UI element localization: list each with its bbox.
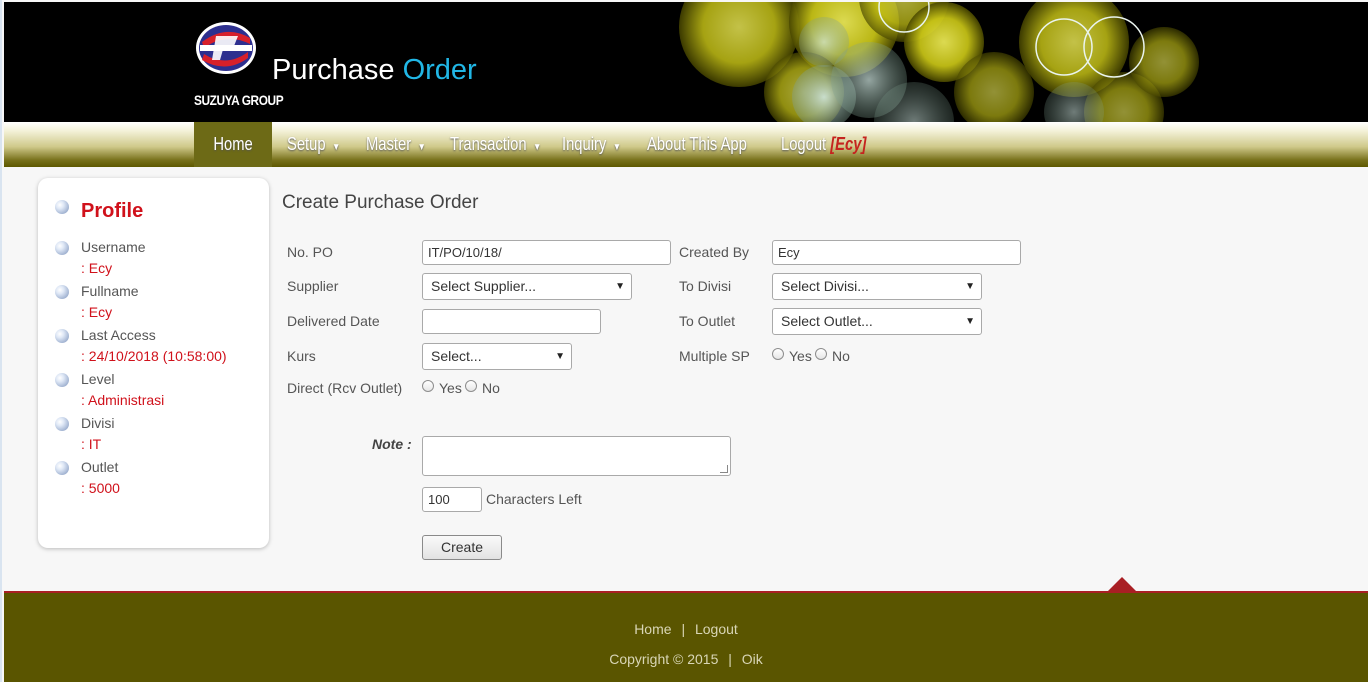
nav-transaction[interactable]: Transaction ▼ xyxy=(450,122,541,167)
site-footer: Home | Logout Copyright © 2015 | Oik xyxy=(4,591,1368,682)
main-navbar: Home Setup ▼ Master ▼ Transaction ▼ Inquiry… xyxy=(4,122,1368,167)
created-by-field[interactable]: Ecy xyxy=(772,240,1021,265)
bullet-icon xyxy=(55,241,69,255)
footer-author: Oik xyxy=(741,651,763,667)
nav-logout-label: Logout xyxy=(781,134,827,154)
logo-text: SUZUYA GROUP xyxy=(194,92,284,108)
to-outlet-select-value: Select Outlet... xyxy=(781,313,873,329)
profile-last-access-value: : 24/10/2018 (10:58:00) xyxy=(81,348,227,364)
profile-outlet-value: : 5000 xyxy=(81,480,120,496)
app-title-main: Purchase xyxy=(272,54,395,86)
footer-separator: | xyxy=(681,621,686,637)
to-divisi-label: To Divisi xyxy=(679,278,732,294)
to-outlet-select[interactable]: Select Outlet... ▼ xyxy=(772,308,982,335)
no-po-label: No. PO xyxy=(287,244,333,260)
note-label: Note : xyxy=(372,436,412,452)
nav-about-label: About This App xyxy=(647,134,747,154)
supplier-label: Supplier xyxy=(287,278,339,294)
footer-copyright: Copyright © 2015 | Oik xyxy=(4,651,1368,667)
multiple-sp-yes-label: Yes xyxy=(789,348,812,364)
profile-divisi-value: : IT xyxy=(81,436,102,452)
footer-separator: | xyxy=(728,651,732,667)
profile-divisi-label: Divisi xyxy=(81,415,115,431)
footer-home-link[interactable]: Home xyxy=(634,621,671,637)
dropdown-arrow-icon: ▼ xyxy=(965,281,975,292)
profile-username-label: Username xyxy=(81,239,146,255)
bullet-icon xyxy=(55,200,69,214)
nav-home-label: Home xyxy=(213,134,253,154)
multiple-sp-no-label: No xyxy=(832,348,850,364)
direct-rcv-outlet-label: Direct (Rcv Outlet) xyxy=(287,380,403,396)
create-button[interactable]: Create xyxy=(422,535,502,560)
bullet-icon xyxy=(55,461,69,475)
nav-transaction-label: Transaction xyxy=(450,134,527,154)
app-title: Purchase Order xyxy=(272,54,477,87)
nav-inquiry[interactable]: Inquiry ▼ xyxy=(562,122,621,167)
nav-home[interactable]: Home xyxy=(194,122,272,167)
profile-username-value: : Ecy xyxy=(81,260,113,276)
profile-outlet-label: Outlet xyxy=(81,459,119,475)
suzuya-logo-icon xyxy=(196,22,256,74)
bullet-icon xyxy=(55,373,69,387)
supplier-select-value: Select Supplier... xyxy=(431,278,537,294)
bubbles-decoration xyxy=(679,2,1199,122)
site-header: SUZUYA GROUP Purchase Order xyxy=(4,2,1368,122)
direct-no-radio[interactable] xyxy=(465,380,477,392)
direct-no-label: No xyxy=(482,380,500,396)
nav-master-label: Master xyxy=(366,134,412,154)
direct-yes-radio[interactable] xyxy=(422,380,434,392)
note-textarea[interactable] xyxy=(422,436,731,476)
profile-level-value: : Administrasi xyxy=(81,392,165,408)
multiple-sp-no-radio[interactable] xyxy=(815,348,827,360)
created-by-label: Created By xyxy=(679,244,750,260)
nav-logout[interactable]: Logout [Ecy] xyxy=(781,122,866,167)
to-divisi-select-value: Select Divisi... xyxy=(781,278,869,294)
to-outlet-label: To Outlet xyxy=(679,313,736,329)
kurs-select[interactable]: Select... ▼ xyxy=(422,343,572,370)
footer-copyright-text: Copyright © 2015 xyxy=(609,651,719,667)
direct-yes-label: Yes xyxy=(439,380,462,396)
bullet-icon xyxy=(55,329,69,343)
nav-master[interactable]: Master ▼ xyxy=(366,122,426,167)
bullet-icon xyxy=(55,417,69,431)
profile-fullname-value: : Ecy xyxy=(81,304,113,320)
profile-title: Profile xyxy=(81,200,144,222)
chevron-down-icon: ▼ xyxy=(332,142,341,153)
kurs-label: Kurs xyxy=(287,348,316,364)
nav-about[interactable]: About This App xyxy=(647,122,747,167)
page-title: Create Purchase Order xyxy=(282,192,479,213)
profile-sidebar: Profile Username : Ecy Fullname : Ecy La… xyxy=(38,178,269,548)
footer-triangle-decoration xyxy=(1107,577,1137,592)
footer-logout-link[interactable]: Logout xyxy=(695,621,738,637)
nav-setup[interactable]: Setup ▼ xyxy=(287,122,340,167)
bullet-icon xyxy=(55,285,69,299)
footer-links: Home | Logout xyxy=(4,621,1368,637)
chevron-down-icon: ▼ xyxy=(612,142,621,153)
no-po-field[interactable]: IT/PO/10/18/ xyxy=(422,240,671,265)
delivered-date-label: Delivered Date xyxy=(287,313,380,329)
profile-fullname-label: Fullname xyxy=(81,283,139,299)
multiple-sp-label: Multiple SP xyxy=(679,348,750,364)
chevron-down-icon: ▼ xyxy=(417,142,426,153)
dropdown-arrow-icon: ▼ xyxy=(615,281,625,292)
app-title-accent: Order xyxy=(402,54,477,86)
supplier-select[interactable]: Select Supplier... ▼ xyxy=(422,273,632,300)
delivered-date-field[interactable] xyxy=(422,309,601,334)
to-divisi-select[interactable]: Select Divisi... ▼ xyxy=(772,273,982,300)
chars-left-label: Characters Left xyxy=(486,491,582,507)
kurs-select-value: Select... xyxy=(431,348,482,364)
multiple-sp-yes-radio[interactable] xyxy=(772,348,784,360)
dropdown-arrow-icon: ▼ xyxy=(965,316,975,327)
profile-last-access-label: Last Access xyxy=(81,327,156,343)
nav-current-user: [Ecy] xyxy=(830,134,867,154)
dropdown-arrow-icon: ▼ xyxy=(555,351,565,362)
chars-left-counter: 100 xyxy=(422,487,482,512)
chevron-down-icon: ▼ xyxy=(533,142,542,153)
profile-level-label: Level xyxy=(81,371,115,387)
resize-grip-icon[interactable] xyxy=(720,465,728,473)
nav-inquiry-label: Inquiry xyxy=(562,134,607,154)
nav-setup-label: Setup xyxy=(287,134,326,154)
